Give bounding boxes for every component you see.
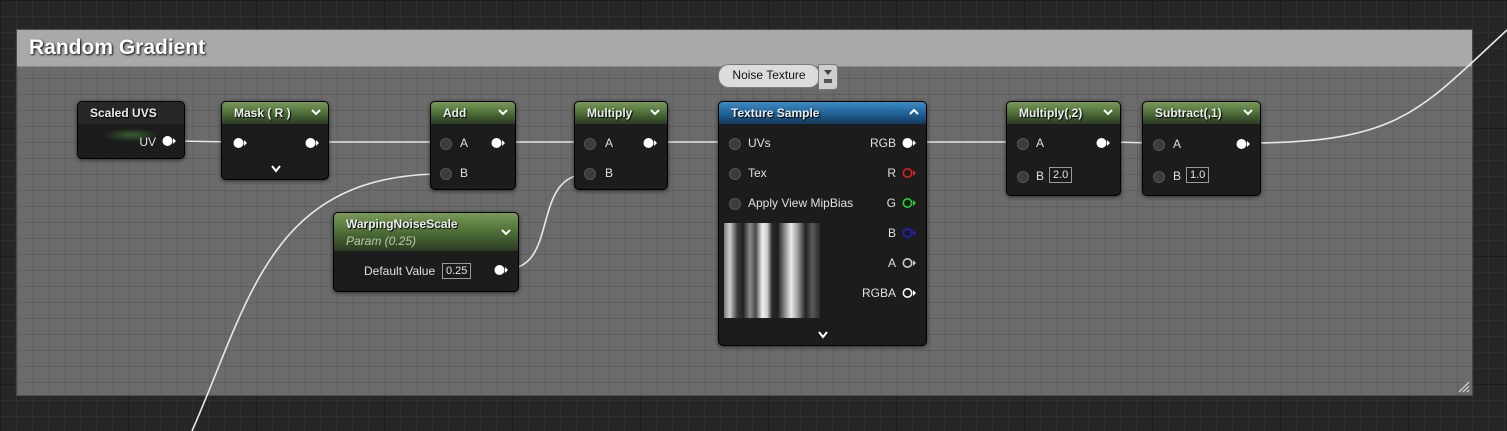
node-title: Add (443, 106, 467, 120)
node-title: Mask ( R ) (234, 106, 291, 120)
pin-label-b: B (887, 226, 896, 240)
output-pin-icon[interactable] (494, 264, 508, 276)
pin-label-b: B (460, 166, 469, 180)
texture-name-tag[interactable]: Noise Texture (718, 64, 820, 88)
output-pin-rgb-icon[interactable] (902, 137, 916, 149)
pin-label-a: A (460, 136, 469, 150)
node-scaled-uvs[interactable]: Scaled UVS UV (77, 101, 185, 159)
input-pin-b[interactable] (584, 168, 596, 180)
texture-tag-actions[interactable] (818, 64, 838, 90)
b-value-field[interactable]: 1.0 (1186, 167, 1210, 183)
output-pin-a-icon[interactable] (902, 257, 916, 269)
output-pin-icon[interactable] (162, 135, 176, 147)
output-pin-icon[interactable] (1096, 137, 1110, 149)
output-pin-b-icon[interactable] (902, 227, 916, 239)
node-multiply[interactable]: Multiply A B (574, 101, 668, 190)
pin-label-b: B (605, 166, 614, 180)
input-pin-a[interactable] (584, 138, 596, 150)
input-pin-mipbias[interactable] (729, 198, 741, 210)
node-header: WarpingNoiseScale Param (0.25) (334, 213, 518, 251)
node-texture-sample[interactable]: Texture Sample UVs Tex Apply View MipBia… (718, 101, 927, 346)
wire-subtract-out (1247, 29, 1507, 144)
chevron-down-icon[interactable] (497, 106, 509, 118)
node-title: Scaled UVS (90, 106, 157, 120)
input-pin-a[interactable] (1017, 138, 1029, 150)
node-header: Multiply(,2) (1007, 102, 1120, 124)
pin-label-a: A (605, 136, 614, 150)
input-pin-b[interactable] (1153, 171, 1165, 183)
node-header: Scaled UVS (78, 102, 184, 124)
pin-label-uv: UV (139, 135, 156, 149)
expand-chevron-icon[interactable] (270, 164, 282, 174)
pin-label-rgb: RGB (869, 136, 896, 150)
node-title: Multiply(,2) (1019, 106, 1083, 120)
input-pin-b[interactable] (1017, 171, 1029, 183)
node-warping-noise-scale[interactable]: WarpingNoiseScale Param (0.25) Default V… (333, 212, 519, 292)
pin-label-g: G (886, 196, 896, 210)
pin-label-a: A (1036, 136, 1045, 150)
node-header: Add (431, 102, 515, 124)
node-subtract[interactable]: Subtract(,1) A B 1.0 (1142, 101, 1261, 196)
pin-label-a: A (1173, 137, 1182, 151)
pin-label-tex: Tex (748, 166, 767, 180)
chevron-down-icon[interactable] (500, 226, 512, 238)
input-pin-a[interactable] (440, 138, 452, 150)
chevron-down-icon[interactable] (1242, 106, 1254, 118)
node-header: Mask ( R ) (222, 102, 328, 124)
node-subtitle: Param (0.25) (346, 234, 417, 248)
chevron-up-icon[interactable] (908, 106, 920, 118)
chevron-down-icon[interactable] (1102, 106, 1114, 118)
output-pin-rgba-icon[interactable] (902, 287, 916, 299)
node-add[interactable]: Add A B (430, 101, 516, 190)
input-pin-tex[interactable] (729, 168, 741, 180)
pin-label-b: B (1036, 169, 1045, 183)
input-pin-uvs[interactable] (729, 138, 741, 150)
input-pin-icon[interactable] (233, 137, 247, 149)
pin-label-r: R (887, 166, 896, 180)
node-header: Texture Sample (719, 102, 926, 124)
output-pin-icon[interactable] (491, 137, 505, 149)
pin-label-mipbias: Apply View MipBias (748, 196, 854, 210)
chevron-down-icon[interactable] (310, 106, 322, 118)
browse-icon[interactable] (822, 68, 834, 86)
output-pin-g-icon[interactable] (902, 197, 916, 209)
node-header: Subtract(,1) (1143, 102, 1260, 124)
b-value-field[interactable]: 2.0 (1049, 167, 1073, 183)
node-title: Multiply (587, 106, 633, 120)
pin-label-rgba: RGBA (861, 286, 896, 300)
pin-label-uvs: UVs (748, 136, 771, 150)
chevron-down-icon[interactable] (649, 106, 661, 118)
expand-chevron-icon[interactable] (817, 330, 829, 340)
pin-label-a: A (887, 256, 896, 270)
default-value-label: Default Value (364, 264, 436, 278)
pin-label-b: B (1173, 169, 1182, 183)
output-pin-icon[interactable] (1236, 138, 1250, 150)
node-title: Texture Sample (731, 106, 820, 120)
input-pin-a[interactable] (1153, 139, 1165, 151)
input-pin-b[interactable] (440, 168, 452, 180)
default-value-field[interactable]: 0.25 (442, 263, 472, 279)
node-multiply-2[interactable]: Multiply(,2) A B 2.0 (1006, 101, 1121, 196)
output-pin-icon[interactable] (305, 137, 319, 149)
output-pin-icon[interactable] (643, 137, 657, 149)
node-header: Multiply (575, 102, 667, 124)
node-title: Subtract(,1) (1155, 106, 1222, 120)
node-mask[interactable]: Mask ( R ) (221, 101, 329, 180)
node-title: WarpingNoiseScale (346, 217, 458, 231)
texture-preview-image (724, 223, 820, 318)
output-pin-r-icon[interactable] (902, 167, 916, 179)
